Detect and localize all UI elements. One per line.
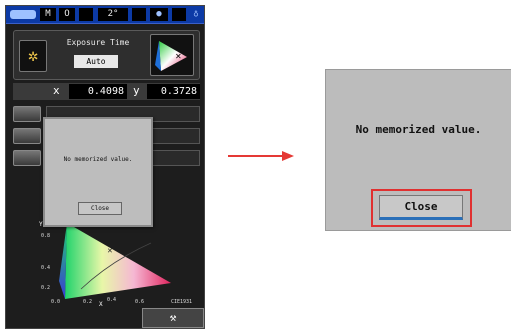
cie-mini-chart: ✕ Y 0.8 0.4 0.2 0.0 0.2 0.4 0.6 X CIE193… [31,221,196,308]
y-tick: 0.2 [41,285,51,291]
status-blank-3 [172,8,186,21]
svg-text:✕: ✕ [175,52,182,61]
wrench-icon: ⚒ [169,311,177,324]
settings-wrench-button[interactable]: ⚒ [142,308,204,328]
y-tick: 0.8 [41,233,51,239]
xy-readout: x 0.4098 y 0.3728 [13,83,200,100]
svg-text:✕: ✕ [107,247,113,255]
status-memory: O [59,8,75,21]
close-button[interactable]: Close [379,195,463,220]
x-axis-label: X [99,301,103,308]
cie-standard-label: CIE1931 [171,299,193,305]
y-tick: 0.4 [41,265,51,271]
status-mode: M [40,8,56,21]
sun-icon[interactable]: ✲ [19,40,47,72]
x-tick: 0.6 [135,299,145,305]
row-tile-1[interactable] [13,106,41,122]
lock-icon: ♁ [193,9,199,19]
x-label: x [53,84,60,97]
close-button[interactable]: Close [78,202,122,215]
status-angle: 2° [98,8,128,21]
exposure-time-value[interactable]: Auto [74,55,118,68]
arrow-line [228,155,284,157]
row-tile-2[interactable] [13,128,41,144]
device-screen: M O 2° ● ♁ ✲ Exposure Time Auto ✕ x 0.40… [5,5,205,329]
exposure-time-label: Exposure Time [66,38,130,47]
no-value-dialog-small: No memorized value. Close [43,117,153,227]
x-tick: 0.0 [51,299,61,305]
exposure-panel: ✲ Exposure Time Auto ✕ [13,30,200,80]
x-tick: 0.4 [107,297,117,303]
battery-icon [10,10,36,19]
status-blank [79,8,93,21]
arrow-right-icon [282,151,294,161]
y-value: 0.3728 [147,84,200,99]
x-tick: 0.2 [83,299,93,305]
x-value: 0.4098 [69,84,127,99]
no-value-dialog-zoomed: No memorized value. Close [325,69,511,231]
status-blank-2 [132,8,146,21]
y-label: y [133,84,140,97]
dialog-message: No memorized value. [63,156,133,163]
cie-chart-icon[interactable]: ✕ [150,34,194,76]
radio-icon: ● [150,8,168,21]
row-tile-3[interactable] [13,150,41,166]
status-bar: M O 2° ● ♁ [6,6,204,24]
dialog-message: No memorized value. [355,123,482,136]
